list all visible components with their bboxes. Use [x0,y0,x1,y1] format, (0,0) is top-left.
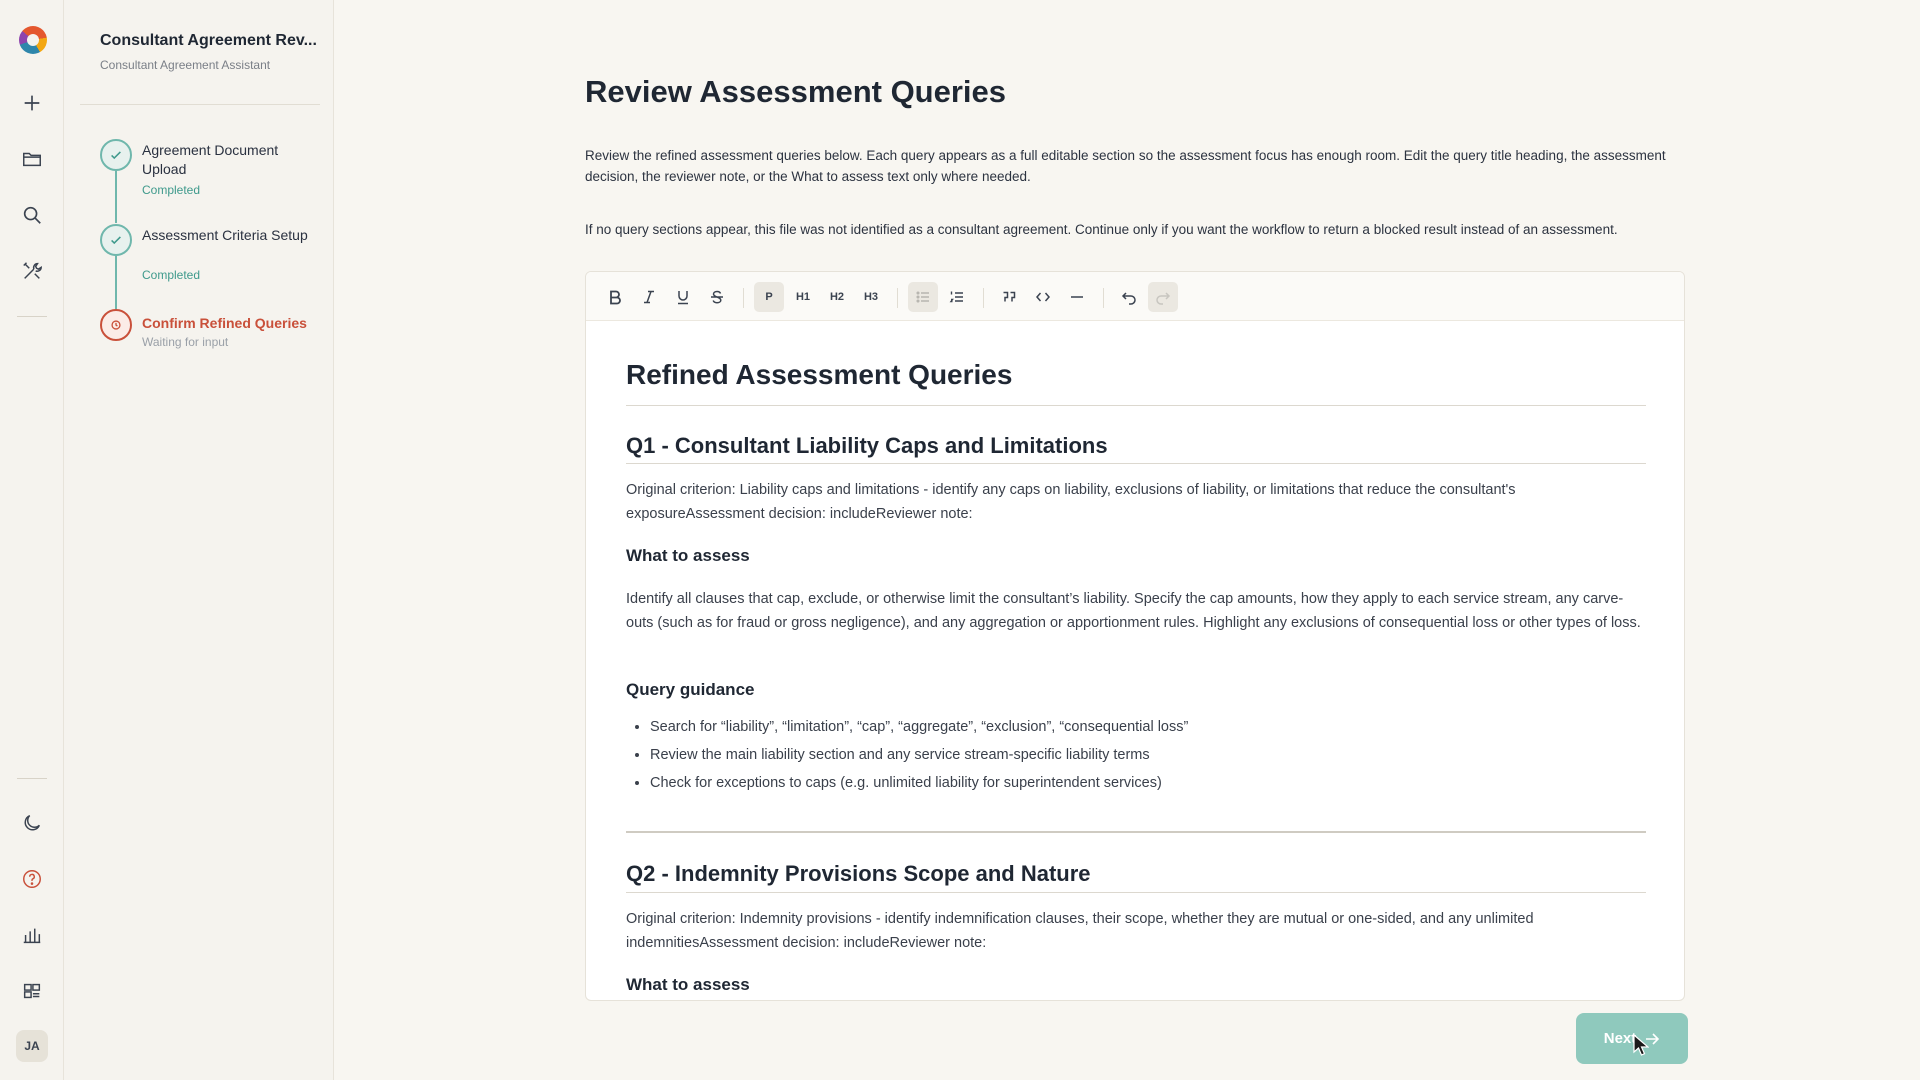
check-icon [100,224,132,256]
rail-divider [17,778,47,779]
horizontal-rule-icon[interactable] [1062,282,1092,312]
editor-toolbar: P H1 H2 H3 [586,272,1684,321]
workflow-subtitle: Consultant Agreement Assistant [100,58,271,72]
query-1-what-to-assess-heading[interactable]: What to assess [626,546,750,566]
step-label: Confirm Refined Queries [142,315,307,331]
user-avatar[interactable]: JA [16,1030,48,1062]
heading-underline [626,463,1646,464]
new-chat-plus-icon[interactable] [14,85,50,121]
step-agreement-document-upload[interactable]: Agreement Document Upload Completed [100,139,320,199]
toolbar-divider [1103,288,1104,308]
list-item[interactable]: Review the main liability section and an… [650,741,1640,769]
workflow-title: Consultant Agreement Rev... [100,32,317,49]
italic-icon[interactable] [634,282,664,312]
document-heading: Refined Assessment Queries [626,359,1013,390]
list-item[interactable]: Check for exceptions to caps (e.g. unlim… [650,769,1640,797]
toolbar-divider [897,288,898,308]
pending-icon [100,309,132,341]
folder-icon[interactable] [14,141,50,177]
mouse-cursor-icon [1633,1034,1649,1056]
heading-1-button[interactable]: H1 [788,282,818,312]
query-1-title[interactable]: Q1 - Consultant Liability Caps and Limit… [626,433,1108,459]
strikethrough-icon[interactable] [702,282,732,312]
step-label: Agreement Document Upload [142,142,279,177]
query-2-original-criterion[interactable]: Original criterion: Indemnity provisions… [626,907,1646,955]
search-icon[interactable] [14,197,50,233]
query-2-title[interactable]: Q2 - Indemnity Provisions Scope and Natu… [626,861,1091,887]
next-button-label: Next [1603,1030,1637,1047]
paragraph-button[interactable]: P [754,282,784,312]
query-1-what-to-assess-text[interactable]: Identify all clauses that cap, exclude, … [626,587,1646,635]
next-button[interactable]: Next [1576,1013,1688,1064]
heading-2-button[interactable]: H2 [822,282,852,312]
step-status: Completed [142,183,201,197]
query-1-guidance-heading[interactable]: Query guidance [626,680,754,700]
query-2-what-to-assess-heading[interactable]: What to assess [626,975,750,995]
toolbar-divider [983,288,984,308]
page-title: Review Assessment Queries [585,74,1007,109]
layout-icon[interactable] [14,973,50,1009]
bullet-list-icon[interactable] [908,282,938,312]
page-note: If no query sections appear, this file w… [585,222,1618,237]
step-status: Completed [142,268,201,282]
step-confirm-refined-queries[interactable]: Confirm Refined Queries Waiting for inpu… [100,309,320,353]
page-description: Review the refined assessment queries be… [585,148,1666,184]
app-logo[interactable] [19,26,47,54]
code-icon[interactable] [1028,282,1058,312]
help-icon[interactable] [14,861,50,897]
section-divider [626,831,1646,833]
bar-chart-icon[interactable] [14,917,50,953]
list-item[interactable]: Search for “liability”, “limitation”, “c… [650,713,1640,741]
step-label: Assessment Criteria Setup [142,227,308,243]
tools-icon[interactable] [14,253,50,289]
rich-text-editor[interactable]: P H1 H2 H3 Refined Assessment Queries Q1… [585,271,1685,1001]
numbered-list-icon[interactable] [942,282,972,312]
bold-icon[interactable] [600,282,630,312]
step-status: Waiting for input [142,335,229,349]
step-assessment-criteria-setup[interactable]: Assessment Criteria Setup Completed [100,224,320,284]
blockquote-icon[interactable] [994,282,1024,312]
heading-3-button[interactable]: H3 [856,282,886,312]
moon-icon[interactable] [14,805,50,841]
check-icon [100,139,132,171]
document-body[interactable]: Refined Assessment Queries Q1 - Consulta… [626,321,1646,1000]
redo-icon[interactable] [1148,282,1178,312]
heading-underline [626,892,1646,893]
undo-icon[interactable] [1114,282,1144,312]
underline-icon[interactable] [668,282,698,312]
toolbar-divider [743,288,744,308]
query-1-guidance-list: Search for “liability”, “limitation”, “c… [650,713,1640,797]
sidebar-divider [80,104,320,105]
icon-rail: JA [0,0,64,1080]
heading-underline [626,405,1646,406]
rail-divider [17,316,47,317]
workflow-sidebar: Consultant Agreement Rev... Consultant A… [64,0,334,1080]
query-1-original-criterion[interactable]: Original criterion: Liability caps and l… [626,478,1646,526]
